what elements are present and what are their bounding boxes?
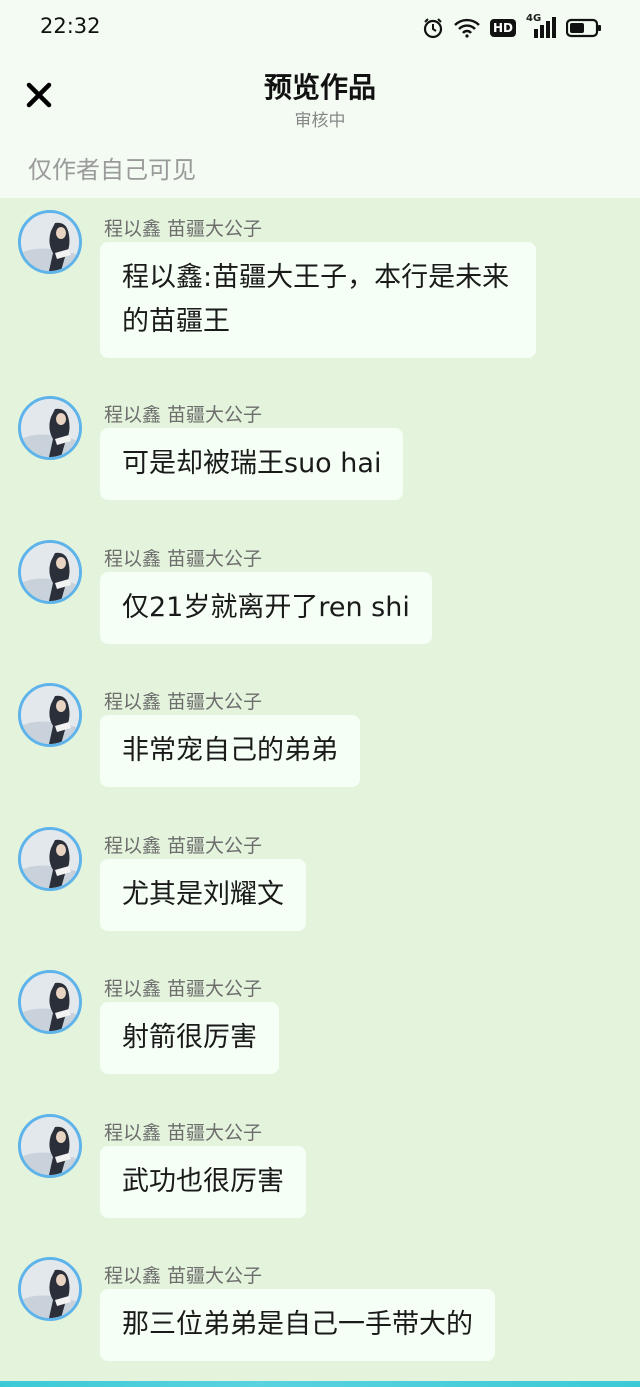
sender-name: 程以鑫 苗疆大公子 — [104, 404, 263, 426]
sender-name: 程以鑫 苗疆大公子 — [104, 1265, 263, 1287]
message-bubble[interactable]: 非常宠自己的弟弟 — [100, 715, 360, 787]
signal-4g-icon: 4G — [526, 13, 556, 39]
hd-badge: HD — [489, 19, 516, 37]
sender-name: 程以鑫 苗疆大公子 — [104, 1122, 263, 1144]
sender-name: 程以鑫 苗疆大公子 — [104, 978, 263, 1000]
status-time: 22:32 — [40, 14, 101, 38]
avatar[interactable] — [18, 396, 82, 460]
message-bubble[interactable]: 可是却被瑞王suo hai — [100, 428, 404, 500]
message-bubble[interactable]: 尤其是刘耀文 — [100, 859, 306, 931]
avatar[interactable] — [18, 827, 82, 891]
message-bubble[interactable]: 那三位弟弟是自己一手带大的 — [100, 1289, 495, 1361]
message-bubble[interactable]: 仅21岁就离开了ren shi — [100, 572, 432, 644]
battery-icon — [566, 18, 602, 38]
avatar[interactable] — [18, 210, 82, 274]
chat-area[interactable]: 程以鑫 苗疆大公子 程以鑫:苗疆大王子，本行是未来的苗疆王 程以鑫 苗疆大公子 … — [0, 198, 640, 1381]
avatar[interactable] — [18, 970, 82, 1034]
avatar[interactable] — [18, 1257, 82, 1321]
status-bar: 22:32 HD 4G — [0, 0, 640, 56]
header: 预览作品 审核中 — [0, 56, 640, 136]
page-title: 预览作品 — [263, 71, 376, 104]
avatar[interactable] — [18, 540, 82, 604]
bottom-accent-bar — [0, 1381, 640, 1387]
sender-name: 程以鑫 苗疆大公子 — [104, 835, 263, 857]
message-bubble[interactable]: 武功也很厉害 — [100, 1146, 306, 1218]
message-bubble[interactable]: 射箭很厉害 — [100, 1002, 279, 1074]
avatar[interactable] — [18, 1114, 82, 1178]
visibility-note: 仅作者自己可见 — [28, 156, 196, 184]
avatar[interactable] — [18, 683, 82, 747]
status-icons: HD 4G — [422, 13, 602, 42]
sender-name: 程以鑫 苗疆大公子 — [104, 218, 263, 240]
sender-name: 程以鑫 苗疆大公子 — [104, 548, 263, 570]
alarm-icon — [422, 17, 444, 39]
message-bubble[interactable]: 程以鑫:苗疆大王子，本行是未来的苗疆王 — [100, 242, 536, 358]
wifi-icon — [454, 18, 480, 38]
review-status: 审核中 — [294, 111, 346, 131]
sender-name: 程以鑫 苗疆大公子 — [104, 691, 263, 713]
